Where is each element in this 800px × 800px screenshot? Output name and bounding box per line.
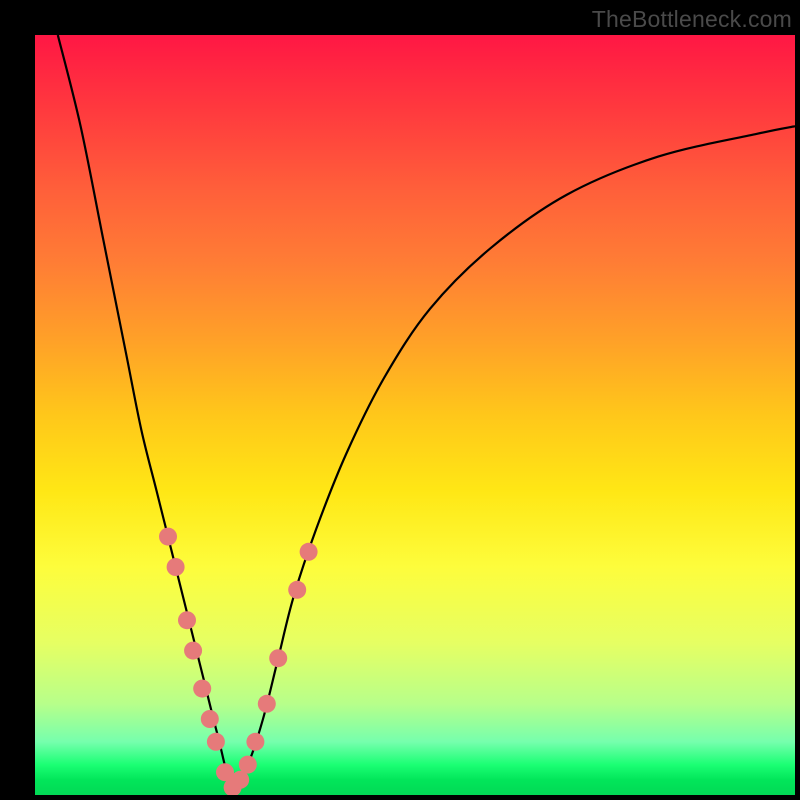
data-point <box>184 642 202 660</box>
data-point <box>239 756 257 774</box>
data-point <box>246 733 264 751</box>
data-point <box>300 543 318 561</box>
bottleneck-curve <box>58 35 795 788</box>
chart-frame: TheBottleneck.com <box>0 0 800 800</box>
data-point <box>207 733 225 751</box>
data-point <box>201 710 219 728</box>
data-point <box>288 581 306 599</box>
data-point <box>258 695 276 713</box>
curve-svg <box>35 35 795 795</box>
data-point <box>193 680 211 698</box>
watermark-text: TheBottleneck.com <box>592 6 792 33</box>
plot-area <box>35 35 795 795</box>
data-point <box>269 649 287 667</box>
data-point <box>167 558 185 576</box>
data-points <box>159 528 318 795</box>
data-point <box>159 528 177 546</box>
data-point <box>178 611 196 629</box>
